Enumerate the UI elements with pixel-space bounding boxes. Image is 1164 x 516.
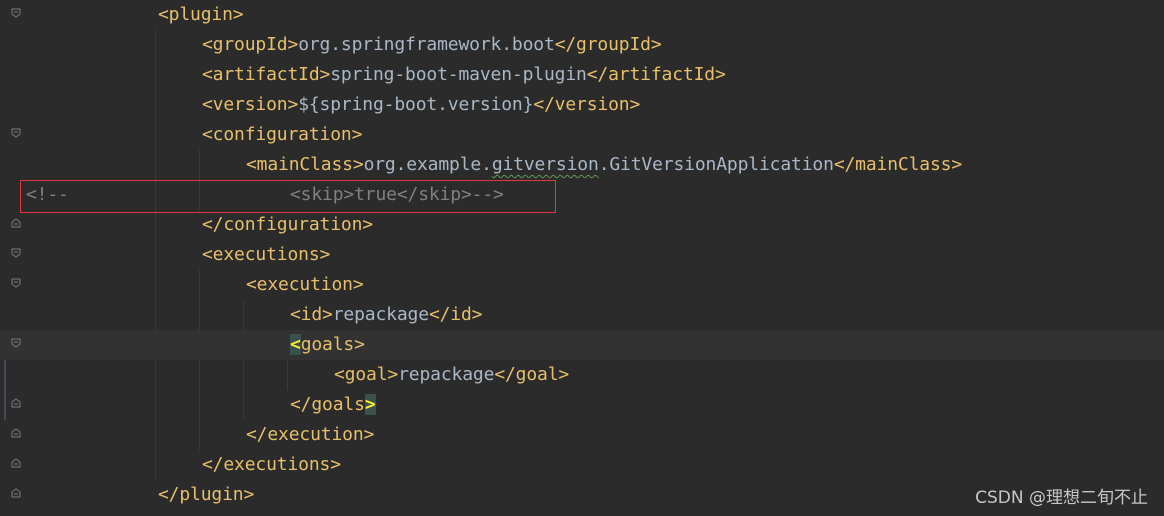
code-line[interactable]: <goal>repackage</goal>	[0, 360, 1164, 390]
code-line[interactable]: <executions>	[0, 240, 1164, 270]
line-content: </plugin>	[158, 480, 254, 510]
line-content: <executions>	[202, 240, 330, 270]
xml-tag-token: <configuration>	[202, 124, 363, 145]
code-line[interactable]: <mainClass>org.example.gitversion.GitVer…	[0, 150, 1164, 180]
xml-tag-token: goals>	[300, 334, 365, 355]
xml-tag-token: </plugin>	[158, 484, 255, 505]
xml-tag-token: </executions>	[202, 454, 341, 475]
line-content: </goals>	[290, 390, 376, 420]
xml-tag-token: <version>	[202, 94, 299, 115]
line-content: <execution>	[246, 270, 364, 300]
code-line[interactable]: </executions>	[0, 450, 1164, 480]
code-editor[interactable]: <plugin> <groupId>org.springframework.bo…	[0, 0, 1164, 516]
text-token: repackage	[398, 364, 495, 385]
xml-tag-token: </id>	[428, 304, 483, 325]
text-token: ${spring-boot.version}	[298, 94, 534, 115]
xml-tag-token: </goal>	[494, 364, 570, 385]
fold-close-icon[interactable]	[11, 458, 21, 468]
misspelled-token: gitversion	[491, 154, 599, 175]
xml-tag-token: </execution>	[246, 424, 375, 445]
code-line[interactable]: </execution>	[0, 420, 1164, 450]
text-token: org.springframework.boot	[298, 34, 555, 55]
code-line[interactable]: </goals>	[0, 390, 1164, 420]
fold-close-icon[interactable]	[11, 488, 21, 498]
code-line[interactable]: <configuration>	[0, 120, 1164, 150]
xml-tag-token: <plugin>	[158, 4, 244, 25]
xml-tag-token: </artifactId>	[586, 64, 726, 85]
line-content: <mainClass>org.example.gitversion.GitVer…	[246, 150, 962, 180]
xml-tag-token: </version>	[533, 94, 641, 115]
fold-open-icon[interactable]	[11, 338, 21, 348]
xml-tag-token: <goal>	[334, 364, 399, 385]
xml-tag-token: <artifactId>	[202, 64, 331, 85]
brace-match-token: >	[364, 394, 376, 415]
line-content: <goal>repackage</goal>	[334, 360, 569, 390]
xml-tag-token: <mainClass>	[246, 154, 364, 175]
line-content: <plugin>	[158, 0, 244, 30]
text-token: spring-boot-maven-plugin	[330, 64, 587, 85]
code-line[interactable]: <groupId>org.springframework.boot</group…	[0, 30, 1164, 60]
code-line[interactable]: <version>${spring-boot.version}</version…	[0, 90, 1164, 120]
line-content: <id>repackage</id>	[290, 300, 483, 330]
line-content: <version>${spring-boot.version}</version…	[202, 90, 640, 120]
xml-tag-token: <executions>	[202, 244, 331, 265]
text-token: repackage	[332, 304, 429, 325]
code-line[interactable]: </configuration>	[0, 210, 1164, 240]
fold-close-icon[interactable]	[11, 218, 21, 228]
line-content: <configuration>	[202, 120, 362, 150]
text-token: org.example.	[363, 154, 492, 175]
annotation-highlight-box	[20, 180, 556, 213]
xml-tag-token: <id>	[290, 304, 333, 325]
code-line[interactable]: <artifactId>spring-boot-maven-plugin</ar…	[0, 60, 1164, 90]
text-token: .GitVersionApplication	[598, 154, 834, 175]
xml-tag-token: </mainClass>	[833, 154, 963, 175]
fold-open-icon[interactable]	[11, 248, 21, 258]
line-content: <goals>	[290, 330, 365, 360]
line-content: </configuration>	[202, 210, 373, 240]
fold-open-icon[interactable]	[11, 128, 21, 138]
line-content: </executions>	[202, 450, 341, 480]
xml-tag-token: <execution>	[246, 274, 364, 295]
line-content: <artifactId>spring-boot-maven-plugin</ar…	[202, 60, 726, 90]
code-line[interactable]: <execution>	[0, 270, 1164, 300]
fold-close-icon[interactable]	[11, 428, 21, 438]
fold-open-icon[interactable]	[11, 8, 21, 18]
code-line[interactable]: <id>repackage</id>	[0, 300, 1164, 330]
watermark: CSDN @理想二旬不止	[975, 488, 1148, 508]
xml-tag-token: <groupId>	[202, 34, 299, 55]
xml-tag-token: </goals	[290, 394, 365, 415]
line-content: <groupId>org.springframework.boot</group…	[202, 30, 662, 60]
code-line[interactable]: <plugin>	[0, 0, 1164, 30]
xml-tag-token: </groupId>	[554, 34, 662, 55]
xml-tag-token: </configuration>	[202, 214, 373, 235]
brace-match-token: <	[290, 334, 301, 355]
code-line-current[interactable]: <goals>	[0, 330, 1164, 360]
fold-close-icon[interactable]	[11, 398, 21, 408]
fold-open-icon[interactable]	[11, 278, 21, 288]
line-content: </execution>	[246, 420, 374, 450]
